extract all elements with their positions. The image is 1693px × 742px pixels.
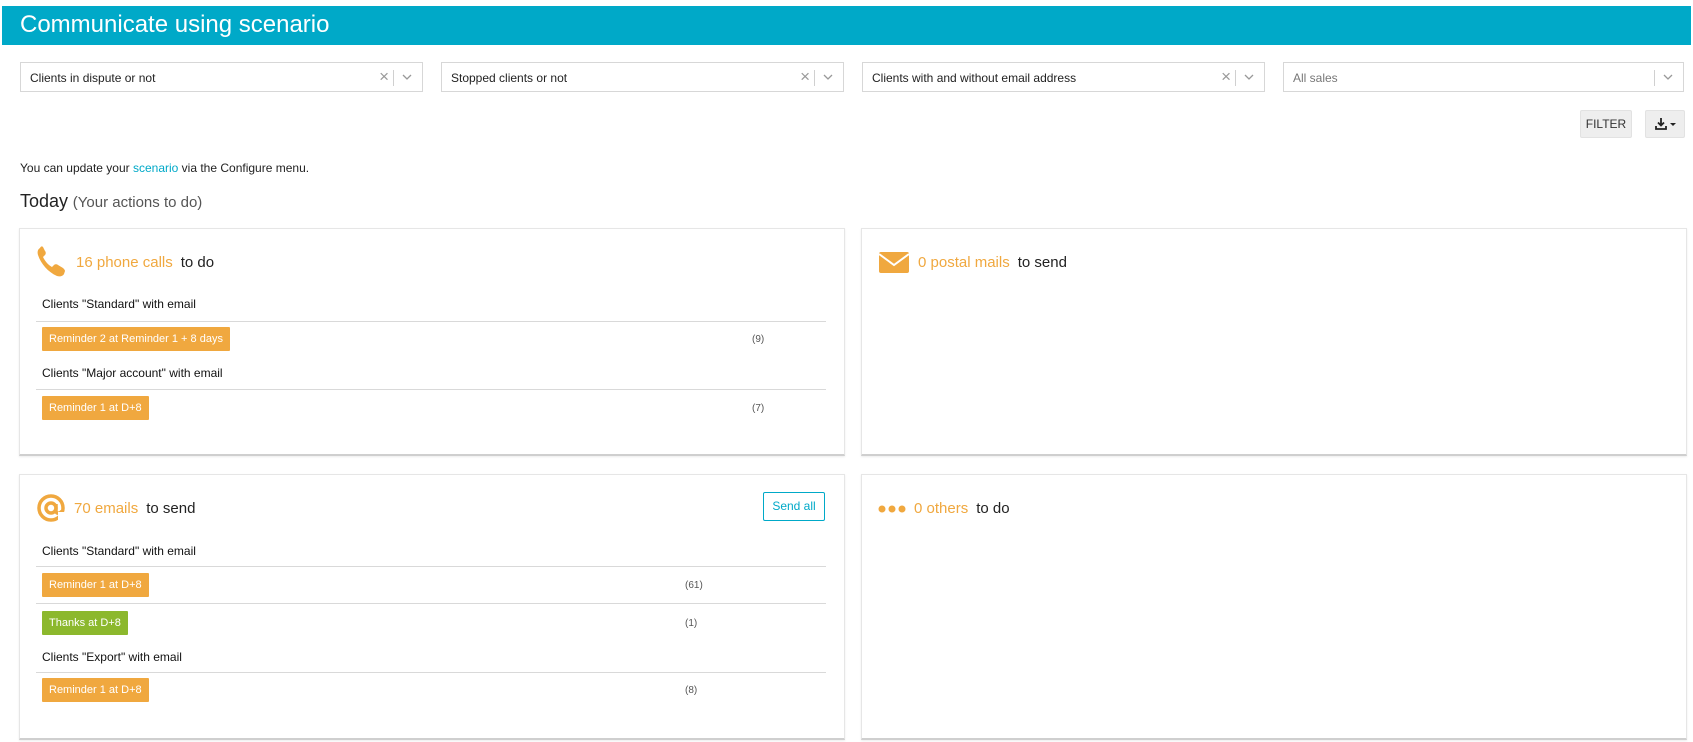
chevron-down-icon[interactable] (1663, 72, 1673, 82)
select-separator (814, 70, 815, 86)
divider (36, 672, 826, 673)
action-badge[interactable]: Reminder 1 at D+8 (42, 573, 149, 597)
group-title: Clients "Standard" with email (42, 544, 196, 558)
clear-icon[interactable]: × (379, 67, 389, 87)
filter-button[interactable]: FILTER (1580, 110, 1632, 138)
phone-calls-card: 16 phone calls to do Clients "Standard" … (19, 228, 845, 456)
dispute-filter-value: Clients in dispute or not (30, 71, 156, 85)
select-separator (1654, 70, 1655, 86)
divider (36, 321, 826, 322)
phone-icon (37, 246, 65, 277)
phone-calls-card-header: 16 phone calls to do (36, 245, 214, 279)
at-sign-icon (37, 494, 66, 524)
others-suffix: to do (976, 499, 1010, 517)
envelope-icon (878, 252, 910, 273)
send-all-button[interactable]: Send all (763, 492, 825, 521)
stopped-filter-select[interactable]: Stopped clients or not × (441, 62, 844, 92)
others-card-header: 0 others to do (878, 491, 1010, 525)
email-filter-value: Clients with and without email address (872, 71, 1077, 85)
emails-card-header: 70 emails to send (36, 491, 195, 525)
phone-calls-suffix: to do (180, 253, 215, 271)
sales-filter-select[interactable]: All sales (1283, 62, 1684, 92)
group-title: Clients "Standard" with email (42, 297, 196, 311)
clear-icon[interactable]: × (800, 67, 810, 87)
page-title: Communicate using scenario (20, 11, 330, 38)
today-subtitle: (Your actions to do) (72, 194, 203, 211)
postal-mails-count[interactable]: 0 postal mails (918, 254, 1010, 271)
clear-icon[interactable]: × (1221, 67, 1231, 87)
download-icon (1655, 118, 1676, 130)
action-badge[interactable]: Reminder 2 at Reminder 1 + 8 days (42, 327, 230, 351)
postal-mails-suffix: to send (1017, 253, 1067, 271)
today-heading: Today (Your actions to do) (20, 191, 202, 212)
postal-mails-card-header: 0 postal mails to send (878, 245, 1067, 279)
action-badge[interactable]: Reminder 1 at D+8 (42, 396, 149, 420)
others-count[interactable]: 0 others (914, 500, 968, 517)
action-count: (7) (752, 403, 765, 414)
divider (36, 603, 826, 604)
sales-filter-value: All sales (1293, 71, 1338, 85)
scenario-hint: You can update your scenario via the Con… (20, 161, 309, 175)
group-title: Clients "Export" with email (42, 650, 182, 664)
more-dots-icon (878, 505, 906, 513)
today-title: Today (20, 191, 69, 211)
emails-suffix: to send (146, 499, 196, 517)
select-separator (393, 70, 394, 86)
stopped-filter-value: Stopped clients or not (451, 71, 568, 85)
others-card: 0 others to do (861, 474, 1687, 740)
hint-text-after: via the Configure menu. (178, 161, 310, 175)
chevron-down-icon[interactable] (402, 72, 412, 82)
scenario-link[interactable]: scenario (133, 161, 178, 175)
action-badge[interactable]: Reminder 1 at D+8 (42, 678, 149, 702)
divider (36, 566, 826, 567)
chevron-down-icon[interactable] (1244, 72, 1254, 82)
emails-card: 70 emails to send Clients "Standard" wit… (19, 474, 845, 740)
page-header: Communicate using scenario (2, 6, 1691, 45)
action-count: (61) (685, 580, 703, 591)
action-count: (8) (685, 685, 698, 696)
action-count: (1) (685, 618, 698, 629)
select-separator (1235, 70, 1236, 86)
emails-count[interactable]: 70 emails (74, 500, 138, 517)
phone-calls-count[interactable]: 16 phone calls (76, 254, 173, 271)
dispute-filter-select[interactable]: Clients in dispute or not × (20, 62, 423, 92)
group-title: Clients "Major account" with email (42, 366, 223, 380)
hint-text-before: You can update your (20, 161, 133, 175)
divider (36, 389, 826, 390)
action-badge[interactable]: Thanks at D+8 (42, 611, 128, 635)
email-filter-select[interactable]: Clients with and without email address × (862, 62, 1265, 92)
chevron-down-icon[interactable] (823, 72, 833, 82)
postal-mails-card: 0 postal mails to send (861, 228, 1687, 456)
action-count: (9) (752, 334, 765, 345)
download-dropdown-button[interactable] (1645, 110, 1685, 138)
